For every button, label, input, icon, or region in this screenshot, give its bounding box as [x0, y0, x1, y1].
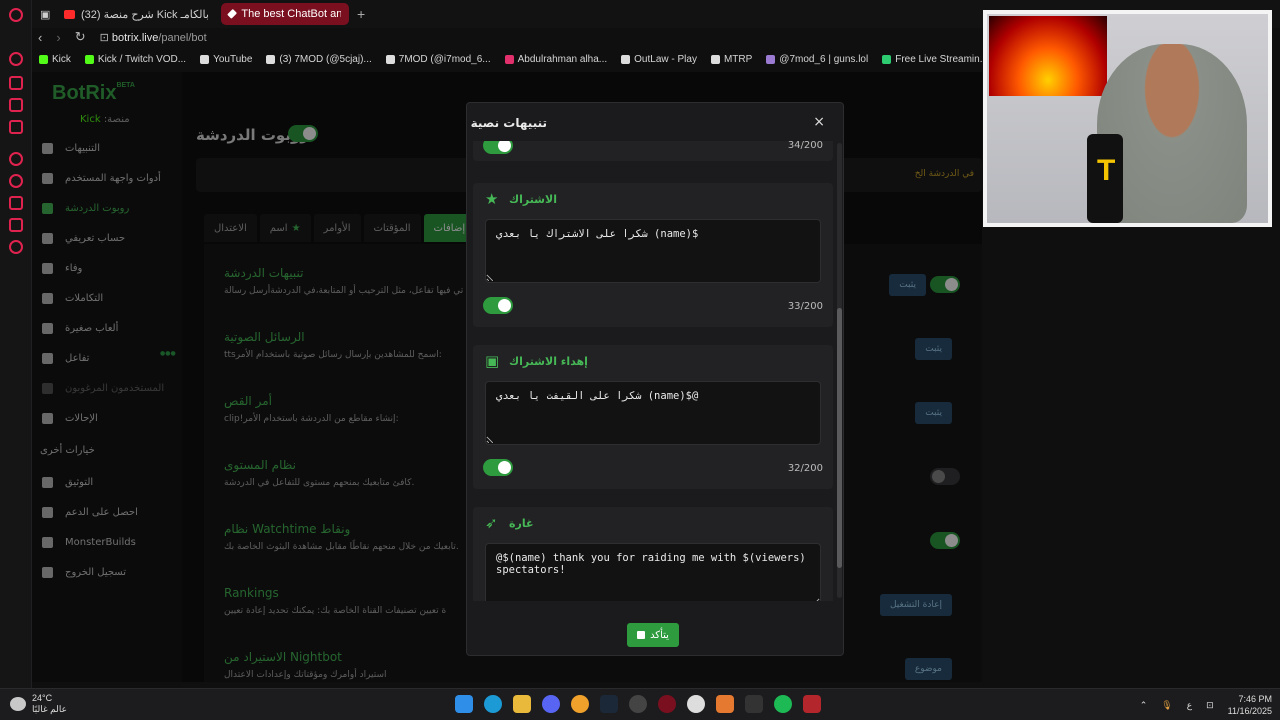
- scrollbar-thumb[interactable]: [837, 308, 842, 568]
- bookmark-icon: [200, 54, 210, 64]
- alert-card: ➶ غارة: [473, 507, 833, 601]
- alert-toggle[interactable]: [483, 141, 513, 154]
- tab-youtube[interactable]: (32) شرح منصة Kick بالكامـ: [56, 3, 217, 25]
- app-icon[interactable]: [571, 695, 589, 713]
- save-icon: [637, 631, 646, 639]
- bookmark-item[interactable]: Kick: [32, 54, 78, 65]
- url-field[interactable]: ⊡ botrix.live/panel/bot: [100, 31, 207, 44]
- close-icon[interactable]: ×: [813, 114, 825, 130]
- opera-player-icon[interactable]: [9, 152, 23, 166]
- start-icon[interactable]: [455, 695, 473, 713]
- bookmark-item[interactable]: Kick / Twitch VOD...: [78, 54, 193, 65]
- modal-title: تنبيهات نصية: [470, 116, 547, 130]
- lock-icon: ⊡: [99, 31, 112, 44]
- fireplace-image: [989, 16, 1107, 96]
- workspace-icon[interactable]: ▣: [32, 3, 52, 25]
- tab-botrix[interactable]: The best ChatBot and Wi: [220, 3, 349, 25]
- alert-toggle[interactable]: [483, 459, 513, 476]
- search-app-icon[interactable]: [687, 695, 705, 713]
- epic-icon[interactable]: [745, 695, 763, 713]
- bookmark-item[interactable]: OutLaw - Play: [614, 54, 704, 65]
- opera-ai-icon[interactable]: [9, 52, 23, 66]
- microphone-icon[interactable]: 🎙: [1161, 700, 1172, 711]
- confirm-button[interactable]: يتأكد: [627, 623, 679, 647]
- back-icon[interactable]: ‹: [38, 30, 42, 45]
- opera-sidebar: [0, 0, 32, 690]
- obs-icon[interactable]: [629, 695, 647, 713]
- vlc-icon[interactable]: [716, 695, 734, 713]
- windows-taskbar: 24°C عالم غالبًا ⌃ 🎙 ع ⊡ 7:46 PM 11/16/202…: [0, 688, 1280, 720]
- opera-icon[interactable]: [658, 695, 676, 713]
- alert-card: ★الاشتراك33/200: [473, 183, 833, 327]
- opera-instagram-icon[interactable]: [9, 98, 23, 112]
- new-tab-button[interactable]: +: [353, 3, 369, 25]
- opera-whatsapp-icon[interactable]: [9, 120, 23, 134]
- discord-icon[interactable]: [542, 695, 560, 713]
- webcam-overlay: T: [983, 10, 1272, 227]
- opera-settings-icon[interactable]: [9, 240, 23, 254]
- network-icon[interactable]: ⊡: [1206, 700, 1214, 711]
- bookmark-icon: [385, 54, 395, 64]
- opera-extensions-icon[interactable]: [9, 218, 23, 232]
- opera-logo-icon[interactable]: [9, 8, 23, 22]
- forward-icon[interactable]: ›: [56, 30, 60, 45]
- botrix-favicon-icon: [227, 8, 238, 20]
- alert-card-previous: 34/200: [473, 141, 833, 161]
- bookmark-icon: [84, 54, 94, 64]
- opera-downloads-icon[interactable]: [9, 196, 23, 210]
- spotify-icon[interactable]: [774, 695, 792, 713]
- app-red-icon[interactable]: [803, 695, 821, 713]
- modal-scrollbar[interactable]: [837, 143, 842, 598]
- bookmark-icon: [266, 54, 276, 64]
- gift-icon: ▣: [485, 352, 500, 370]
- bookmarks-bar: Kick Kick / Twitch VOD... YouTube (3) 7MOD …: [32, 50, 982, 68]
- reload-icon[interactable]: ↻: [75, 29, 86, 45]
- t-logo-image: T: [1097, 154, 1116, 187]
- bookmark-icon: [504, 54, 514, 64]
- opera-messenger-icon[interactable]: [9, 76, 23, 90]
- system-tray: ⌃ 🎙 ع ⊡ 7:46 PM 11/16/2025: [1140, 693, 1272, 717]
- edge-icon[interactable]: [484, 695, 502, 713]
- taskbar-apps: [455, 695, 821, 713]
- language-indicator[interactable]: ع: [1187, 700, 1192, 711]
- bookmark-icon: [39, 54, 48, 64]
- bookmark-icon: [882, 54, 892, 64]
- alert-message-input[interactable]: [485, 381, 821, 445]
- bookmark-icon: [621, 54, 631, 64]
- alert-card: ▣إهداء الاشتراك32/200: [473, 345, 833, 489]
- rocket-icon: ➶: [485, 514, 498, 532]
- weather-widget[interactable]: 24°C عالم غالبًا: [10, 693, 67, 715]
- bookmark-item[interactable]: 7MOD (@i7mod_6...: [379, 54, 498, 65]
- address-bar: ‹ › ↻ ⊡ botrix.live/panel/bot: [32, 28, 982, 46]
- steam-icon[interactable]: [600, 695, 618, 713]
- bookmark-icon: [710, 54, 720, 64]
- explorer-icon[interactable]: [513, 695, 531, 713]
- alert-message-input[interactable]: [485, 219, 821, 283]
- chevron-up-icon[interactable]: ⌃: [1140, 700, 1148, 711]
- star-icon: ★: [485, 190, 499, 208]
- bookmark-item[interactable]: Abdulrahman alha...: [498, 54, 615, 65]
- youtube-icon: [64, 9, 75, 19]
- clock[interactable]: 7:46 PM 11/16/2025: [1228, 693, 1272, 717]
- bookmark-item[interactable]: @7mod_6 | guns.lol: [759, 54, 875, 65]
- alert-toggle[interactable]: [483, 297, 513, 314]
- opera-history-icon[interactable]: [9, 174, 23, 188]
- bookmark-item[interactable]: MTRP: [704, 54, 759, 65]
- text-alerts-modal: تنبيهات نصية × 34/200 ★الاشتراك33/200 ▣إه…: [466, 102, 844, 656]
- modal-body: 34/200 ★الاشتراك33/200 ▣إهداء الاشتراك32/…: [473, 141, 837, 601]
- weather-icon: [10, 697, 26, 711]
- bookmark-item[interactable]: Free Live Streamin...: [875, 54, 982, 65]
- bookmark-item[interactable]: (3) 7MOD (@5cjaj)...: [259, 54, 378, 65]
- bookmark-item[interactable]: YouTube: [193, 54, 259, 65]
- bookmark-icon: [766, 54, 776, 64]
- alert-message-input[interactable]: [485, 543, 821, 601]
